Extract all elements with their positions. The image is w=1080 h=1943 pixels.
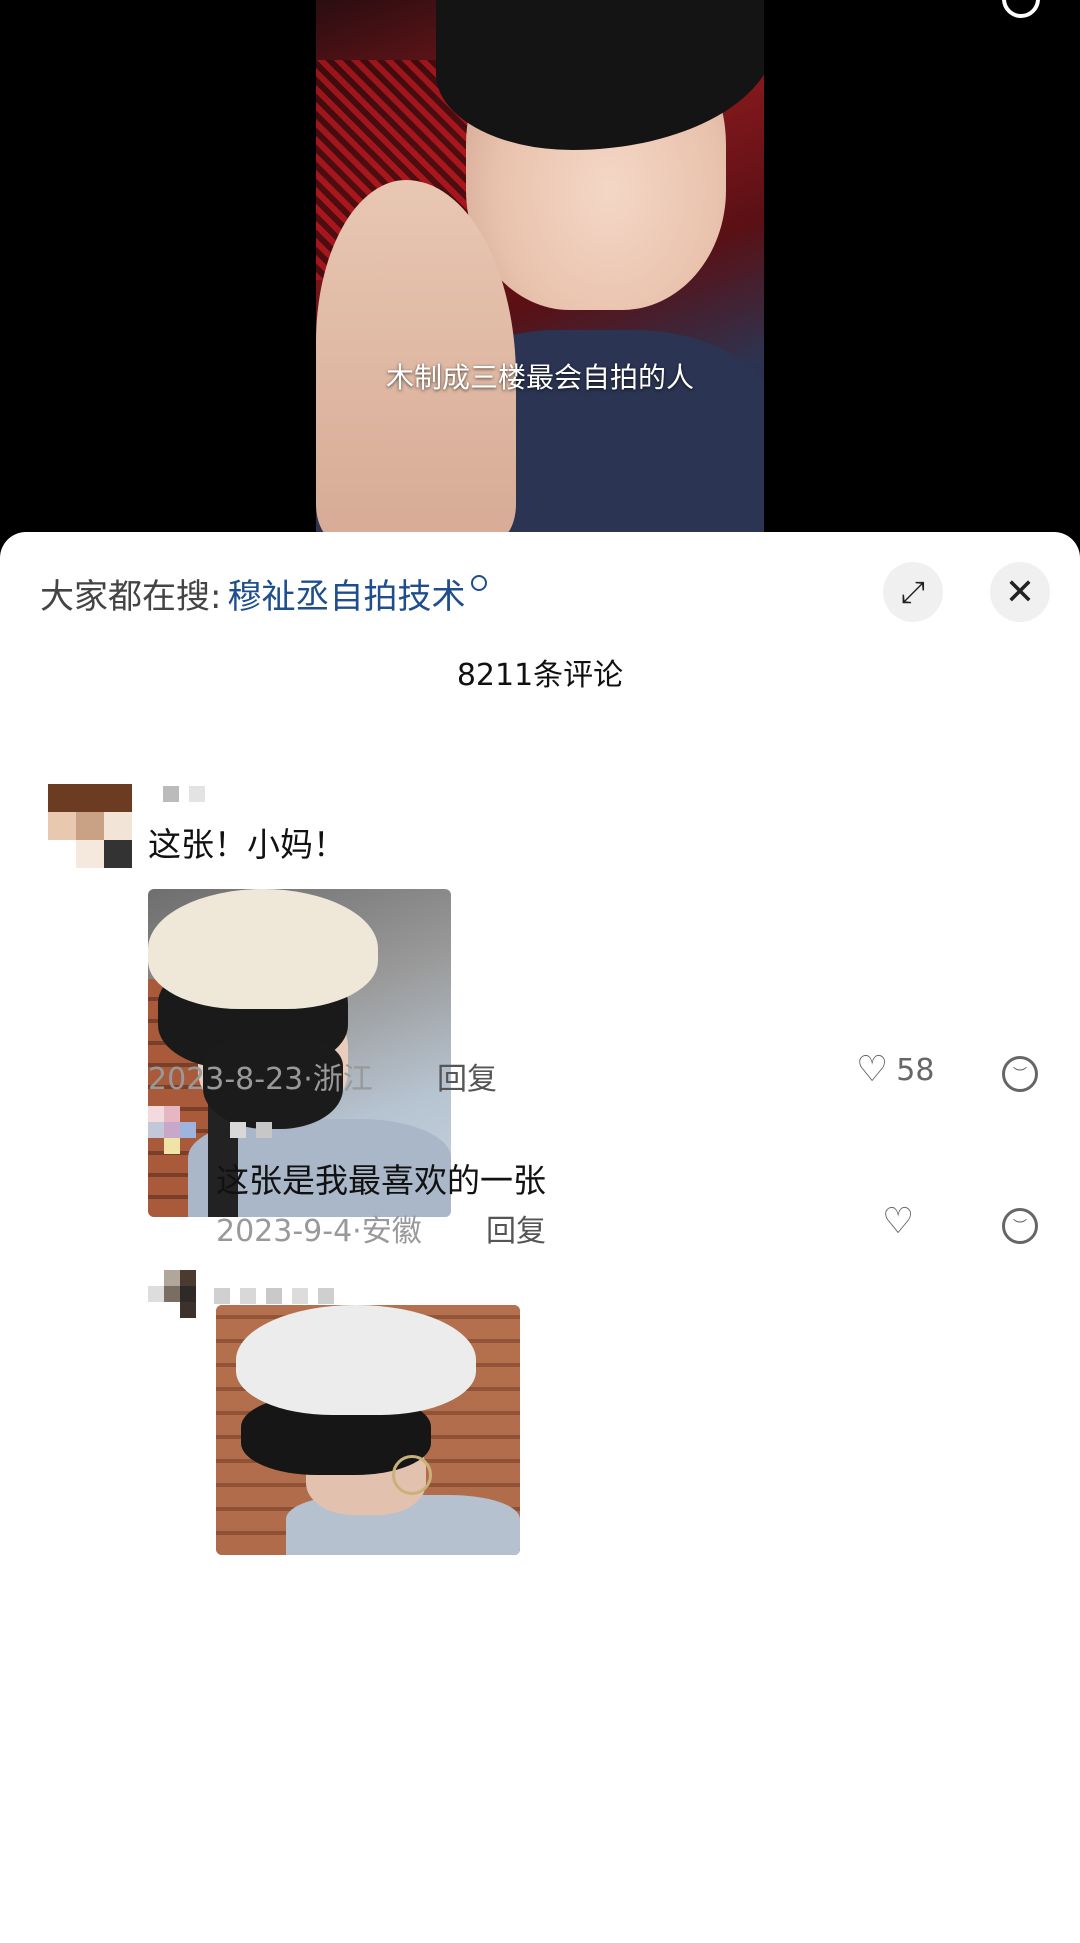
avatar-pixel [164, 1270, 180, 1286]
comment-date-region: 2023-8-23·浙江 [148, 1062, 373, 1097]
username-pixel [266, 1288, 282, 1304]
heart-icon: ♡ [882, 1201, 915, 1242]
like-button[interactable]: ♡ 58 [856, 1052, 934, 1088]
comment-text: 这张！小妈！ [148, 825, 346, 864]
avatar-pixel [164, 1138, 180, 1154]
photo-earring [392, 1455, 432, 1495]
dislike-icon: ︶ [1013, 1067, 1027, 1083]
photo-hat [236, 1305, 476, 1415]
avatar-pixel [148, 1122, 164, 1138]
comment-photo[interactable] [216, 1305, 520, 1555]
heart-icon: ♡ [856, 1049, 889, 1090]
avatar-pixel [104, 812, 132, 840]
trending-search[interactable]: 大家都在搜: 穆祉丞自拍技术 [40, 568, 488, 618]
username[interactable] [230, 1122, 272, 1138]
username-pixel [163, 786, 179, 802]
comment-date-region: 2023-9-4·安徽 [216, 1214, 422, 1249]
trending-search-prefix: 大家都在搜: [40, 576, 222, 617]
username-pixel [318, 1288, 334, 1304]
photo-hat [148, 889, 378, 1009]
avatar-pixel [76, 840, 104, 868]
expand-button[interactable]: ⤢ [883, 562, 943, 622]
avatar[interactable] [148, 1106, 196, 1154]
avatar-pixel [148, 1106, 164, 1122]
video-player[interactable]: 木制成三楼最会自拍的人 [0, 0, 1080, 540]
avatar-pixel [48, 784, 132, 812]
username-pixel [230, 1122, 246, 1138]
username-pixel [256, 1122, 272, 1138]
avatar-pixel [48, 812, 76, 840]
like-count: 58 [896, 1052, 935, 1088]
comment-count: 8211条评论 [456, 658, 624, 693]
username[interactable] [214, 1288, 334, 1304]
username[interactable] [163, 786, 205, 802]
avatar-pixel [48, 840, 76, 868]
avatar-pixel [164, 1286, 180, 1302]
avatar-pixel [180, 1122, 196, 1138]
comment-sheet: 大家都在搜: 穆祉丞自拍技术 ⤢ ✕ 8211条评论 这张！小妈！ 2023-8… [0, 532, 1080, 1943]
dislike-button[interactable]: ︶ [1002, 1208, 1038, 1244]
close-button[interactable]: ✕ [990, 562, 1050, 622]
comment-text: 这张是我最喜欢的一张 [216, 1161, 546, 1200]
search-icon [471, 575, 488, 591]
video-frame [316, 0, 764, 532]
username-pixel [292, 1288, 308, 1304]
expand-icon: ⤢ [901, 574, 925, 610]
username-pixel [189, 786, 205, 802]
dislike-button[interactable]: ︶ [1002, 1056, 1038, 1092]
reply-button[interactable]: 回复 [486, 1206, 546, 1250]
avatar[interactable] [148, 1270, 196, 1318]
like-button[interactable]: ♡ [882, 1204, 914, 1240]
search-icon[interactable] [1002, 0, 1040, 18]
avatar-pixel [180, 1270, 196, 1286]
reply-button[interactable]: 回复 [437, 1054, 497, 1098]
avatar-pixel [76, 812, 104, 840]
trending-search-term[interactable]: 穆祉丞自拍技术 [227, 569, 465, 618]
avatar-pixel [164, 1122, 180, 1138]
avatar-pixel [148, 1286, 164, 1302]
close-icon: ✕ [1004, 571, 1036, 613]
dislike-icon: ︶ [1013, 1219, 1027, 1235]
username-pixel [214, 1288, 230, 1304]
avatar[interactable] [48, 784, 132, 868]
avatar-pixel [164, 1106, 180, 1122]
video-caption: 木制成三楼最会自拍的人 [385, 361, 694, 394]
avatar-pixel [104, 840, 132, 868]
username-pixel [240, 1288, 256, 1304]
avatar-pixel [180, 1286, 196, 1302]
avatar-pixel [180, 1302, 196, 1318]
